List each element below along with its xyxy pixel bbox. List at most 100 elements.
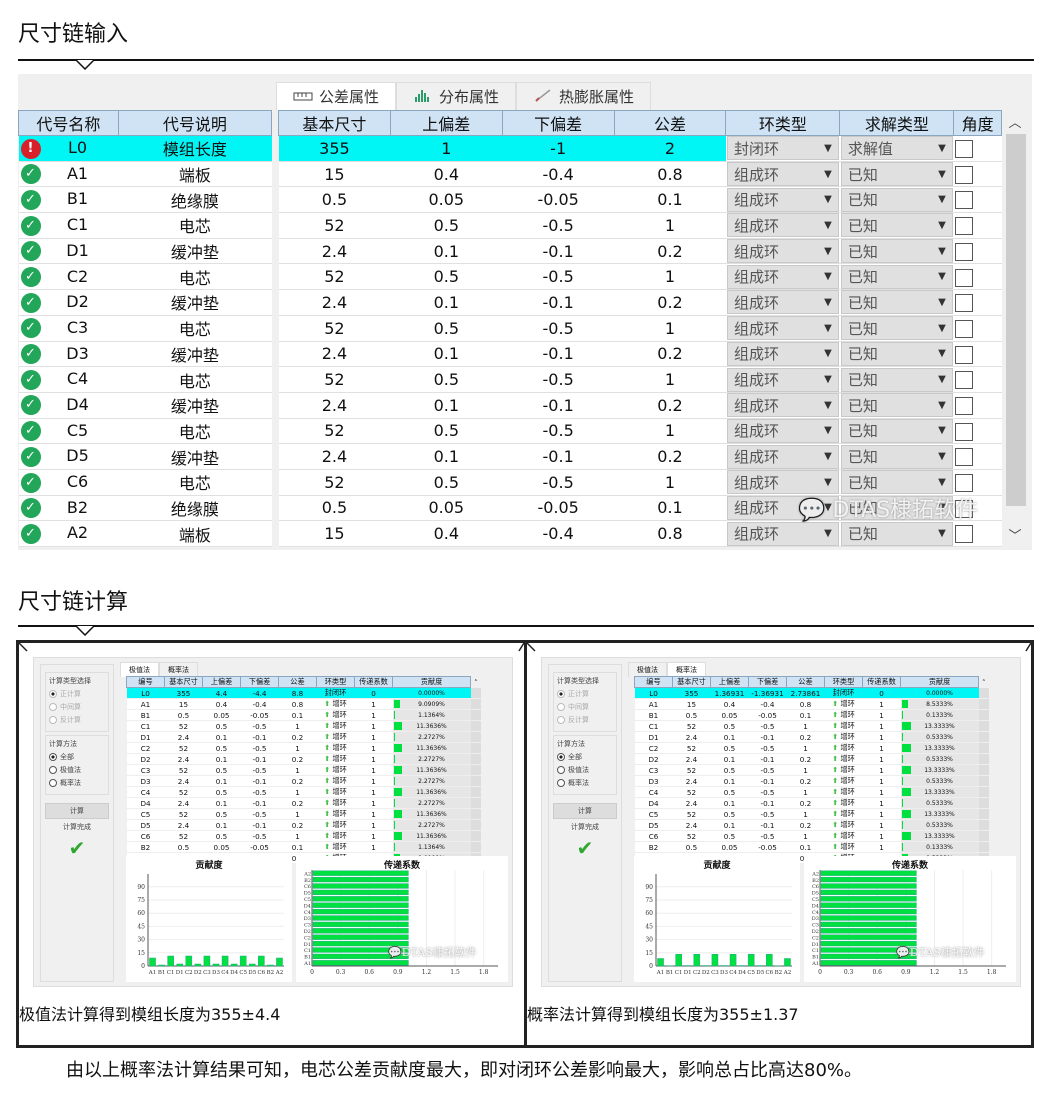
cell-desc[interactable]: 绝缘膜 — [118, 186, 272, 214]
ring-type-select[interactable]: 组成环 ▼ — [726, 239, 839, 264]
cell-upper[interactable]: 0.5 — [390, 469, 503, 496]
scroll-track[interactable] — [978, 786, 989, 798]
cell-lower[interactable]: -1 — [502, 135, 615, 162]
angle-checkbox[interactable] — [954, 345, 973, 364]
cell-basic[interactable]: 0.5 — [278, 186, 391, 214]
scroll-track[interactable] — [978, 830, 989, 842]
cell-lower[interactable]: -0.1 — [502, 443, 615, 470]
cell-tol[interactable]: 0.2 — [614, 443, 726, 470]
tab-distribution[interactable]: 分布属性 — [396, 82, 517, 110]
cell-lower[interactable]: -0.5 — [502, 263, 615, 291]
scroll-track[interactable] — [470, 709, 481, 721]
cell-desc[interactable]: 端板 — [118, 161, 272, 188]
cell-upper[interactable]: 1 — [390, 135, 503, 162]
cell-upper[interactable]: 0.1 — [390, 341, 503, 368]
table-row[interactable]: B1 0.5 0.05 -0.05 0.1 ⬆ 增环 1 1.1364% — [126, 709, 481, 721]
cell-desc[interactable]: 缓冲垫 — [118, 289, 272, 316]
table-row[interactable]: ! L0 模组长度 — [18, 135, 272, 162]
solve-type-select[interactable]: 已知 ▼ — [840, 290, 953, 315]
cell-basic[interactable]: 52 — [278, 418, 391, 445]
col-header-desc[interactable]: 代号说明 — [117, 110, 273, 136]
radio-calc-type[interactable]: 中间算 — [49, 702, 105, 712]
table-row[interactable]: B1 0.5 0.05 -0.05 0.1 ⬆ 增环 1 0.1333% — [634, 709, 989, 721]
cell-code[interactable]: ✓ D3 — [18, 341, 119, 368]
cell-basic[interactable]: 52 — [278, 366, 391, 393]
radio-calc-method[interactable]: 全部 — [557, 752, 613, 762]
col-header[interactable]: 下偏差 — [748, 676, 787, 688]
cell-basic[interactable]: 2.4 — [278, 443, 391, 470]
cell-desc[interactable]: 电芯 — [118, 366, 272, 393]
solve-type-select[interactable]: 求解值 ▼ — [840, 136, 953, 161]
tab-method[interactable]: 极值法 — [120, 662, 159, 677]
table-row[interactable]: C1 52 0.5 -0.5 1 ⬆ 增环 1 11.3636% — [126, 720, 481, 732]
table-row[interactable]: 52 0.5 -0.5 1 组成环 ▼ 已知 ▼ — [278, 366, 1002, 393]
ring-type-select[interactable]: 组成环 ▼ — [726, 316, 839, 341]
ring-type-select[interactable]: 组成环 ▼ — [726, 367, 839, 392]
solve-type-select[interactable]: 已知 ▼ — [840, 316, 953, 341]
cell-lower[interactable]: -0.1 — [502, 392, 615, 419]
angle-checkbox[interactable] — [954, 268, 973, 287]
solve-type-select[interactable]: 已知 ▼ — [840, 162, 953, 187]
cell-upper[interactable]: 0.05 — [390, 186, 503, 214]
cell-code[interactable]: ✓ D1 — [18, 238, 119, 265]
cell-desc[interactable]: 缓冲垫 — [118, 392, 272, 419]
table-row[interactable]: C5 52 0.5 -0.5 1 ⬆ 增环 1 11.3636% — [126, 808, 481, 820]
scroll-track[interactable] — [470, 687, 481, 699]
table-row[interactable]: ✓ C2 电芯 — [18, 263, 272, 291]
solve-type-select[interactable]: 已知 ▼ — [840, 418, 953, 443]
cell-tol[interactable]: 0.1 — [614, 495, 726, 522]
scroll-track[interactable] — [978, 808, 989, 820]
table-row[interactable]: C4 52 0.5 -0.5 1 ⬆ 增环 1 11.3636% — [126, 786, 481, 798]
col-header[interactable]: 传递系数 — [354, 676, 393, 688]
cell-basic[interactable]: 2.4 — [278, 392, 391, 419]
cell-tol[interactable]: 0.2 — [614, 341, 726, 368]
cell-tol[interactable]: 1 — [614, 263, 726, 291]
cell-lower[interactable]: -0.1 — [502, 289, 615, 316]
table-row[interactable]: 52 0.5 -0.5 1 组成环 ▼ 已知 ▼ — [278, 418, 1002, 445]
angle-checkbox[interactable] — [954, 242, 973, 261]
table-row[interactable]: ✓ B1 绝缘膜 — [18, 186, 272, 214]
tab-thermal[interactable]: 热膨胀属性 — [516, 82, 652, 110]
table-row[interactable]: C1 52 0.5 -0.5 1 ⬆ 增环 1 13.3333% — [634, 720, 989, 732]
calculate-button[interactable]: 计算 — [553, 803, 617, 819]
angle-checkbox[interactable] — [954, 191, 973, 210]
col-header[interactable]: 下偏差 — [240, 676, 279, 688]
ring-type-select[interactable]: 组成环 ▼ — [726, 418, 839, 443]
table-row[interactable]: C3 52 0.5 -0.5 1 ⬆ 增环 1 13.3333% — [634, 764, 989, 776]
cell-upper[interactable]: 0.1 — [390, 443, 503, 470]
ring-type-select[interactable]: 组成环 ▼ — [726, 393, 839, 418]
cell-tol[interactable]: 1 — [614, 469, 726, 496]
table-row[interactable]: 2.4 0.1 -0.1 0.2 组成环 ▼ 已知 ▼ — [278, 289, 1002, 316]
cell-code[interactable]: ✓ D5 — [18, 443, 119, 470]
scrollbar-thumb[interactable] — [1006, 134, 1026, 506]
table-row[interactable]: D3 2.4 0.1 -0.1 0.2 ⬆ 增环 1 2.2727% — [126, 775, 481, 787]
cell-upper[interactable]: 0.4 — [390, 520, 503, 547]
cell-tol[interactable]: 1 — [614, 315, 726, 342]
cell-lower[interactable]: -0.4 — [502, 161, 615, 188]
col-header-angle[interactable]: 角度 — [953, 110, 1002, 136]
table-row[interactable]: D4 2.4 0.1 -0.1 0.2 ⬆ 增环 1 2.2727% — [126, 797, 481, 809]
scroll-track[interactable] — [470, 786, 481, 798]
cell-code[interactable]: ✓ C4 — [18, 366, 119, 393]
cell-upper[interactable]: 0.4 — [390, 161, 503, 188]
col-header[interactable]: 公差 — [786, 676, 825, 688]
scroll-track[interactable] — [978, 775, 989, 787]
table-row[interactable]: 2.4 0.1 -0.1 0.2 组成环 ▼ 已知 ▼ — [278, 341, 1002, 368]
col-header[interactable]: 上偏差 — [710, 676, 749, 688]
table-row[interactable]: ✓ B2 绝缘膜 — [18, 495, 272, 522]
col-header-tol[interactable]: 公差 — [613, 110, 727, 136]
ring-type-select[interactable]: 组成环 ▼ — [726, 264, 839, 289]
cell-desc[interactable]: 端板 — [118, 520, 272, 547]
scroll-down-icon[interactable]: ﹀ — [1004, 525, 1026, 544]
calculate-button[interactable]: 计算 — [45, 803, 109, 819]
scroll-track[interactable] — [978, 819, 989, 831]
table-row[interactable]: A1 15 0.4 -0.4 0.8 ⬆ 增环 1 9.0909% — [126, 698, 481, 710]
radio-calc-type[interactable]: 反计算 — [49, 715, 105, 725]
scroll-track[interactable] — [470, 742, 481, 754]
cell-upper[interactable]: 0.1 — [390, 289, 503, 316]
cell-tol[interactable]: 0.2 — [614, 238, 726, 265]
cell-desc[interactable]: 电芯 — [118, 469, 272, 496]
solve-type-select[interactable]: 已知 ▼ — [840, 444, 953, 469]
angle-checkbox[interactable] — [954, 396, 973, 415]
radio-calc-method[interactable]: 极值法 — [557, 765, 613, 775]
